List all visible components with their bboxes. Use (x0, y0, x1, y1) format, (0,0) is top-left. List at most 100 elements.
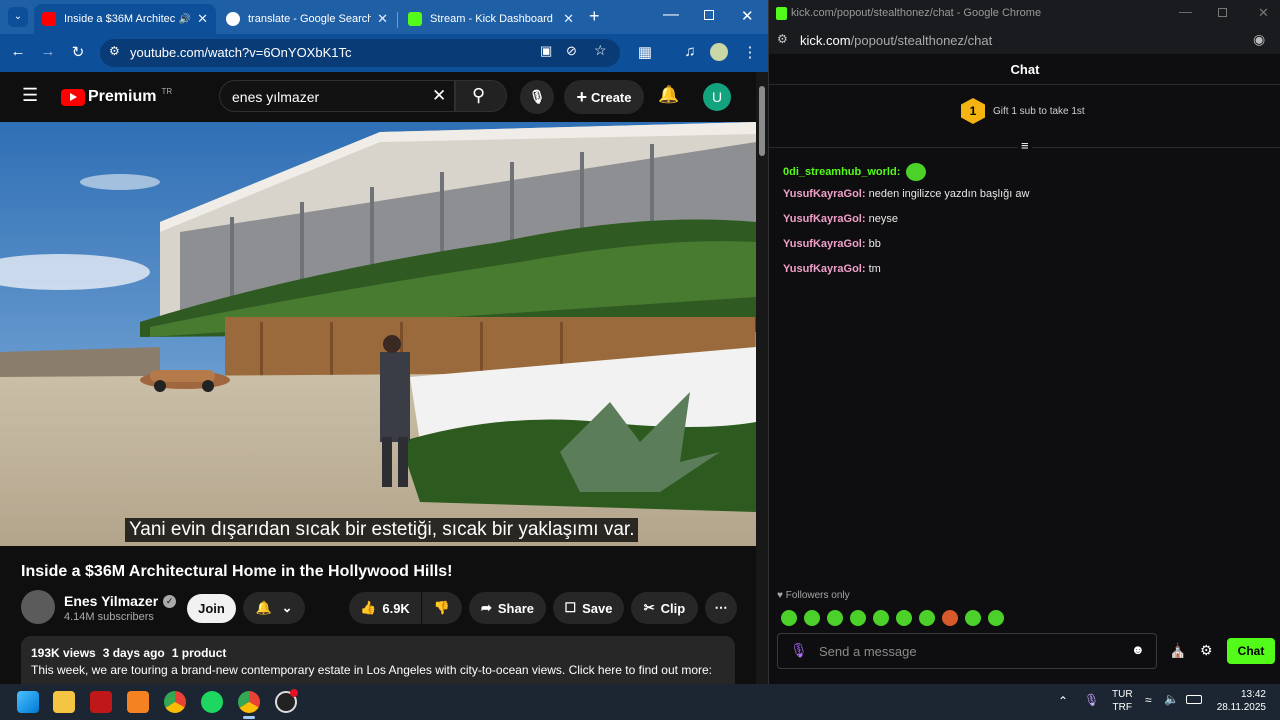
chat-username[interactable]: YusufKayraGol: (783, 263, 866, 275)
battery-icon[interactable] (1186, 695, 1202, 704)
close-tab-icon[interactable]: ✕ (377, 11, 388, 27)
chat-username[interactable]: YusufKayraGol: (783, 188, 866, 200)
address-bar[interactable]: ⚙ youtube.com/watch?v=6OnYOXbK1Tc ▣ ⊘ ☆ (100, 39, 620, 67)
heart-icon: ♥ (777, 590, 783, 601)
message-input[interactable]: 🎙 Send a message ☻ (777, 633, 1157, 669)
save-button[interactable]: ☐ Save (553, 592, 624, 624)
video-player[interactable] (0, 122, 756, 546)
close-window-icon[interactable]: ✕ (1258, 5, 1269, 21)
search-input[interactable]: enes yılmazer ✕ (219, 80, 455, 112)
chrome-active-icon[interactable] (238, 691, 260, 713)
tab-search-dropdown[interactable]: ⌄ (8, 7, 28, 27)
bookmark-star-icon[interactable]: ☆ (594, 42, 607, 59)
media-control-icon[interactable]: ♫ (680, 43, 700, 60)
channel-name-row[interactable]: Enes Yilmazer ✓ (64, 593, 177, 609)
emote-icon[interactable] (781, 610, 797, 626)
minimize-icon[interactable]: — (1179, 4, 1192, 19)
extensions-icon[interactable]: ▦ (635, 43, 655, 61)
chrome-icon[interactable] (164, 691, 186, 713)
emote-icon[interactable] (988, 610, 1004, 626)
channel-avatar[interactable] (21, 590, 55, 624)
maximize-icon[interactable] (704, 10, 714, 20)
search-button[interactable]: ⚲ (455, 80, 507, 112)
emote-icon[interactable] (827, 610, 843, 626)
channel-name[interactable]: Enes Yilmazer (64, 593, 158, 609)
maximize-icon[interactable] (1218, 8, 1227, 17)
input-language[interactable]: TUR TRF (1112, 688, 1133, 714)
chat-text: bb (868, 238, 881, 250)
page-scrollbar[interactable] (756, 72, 768, 684)
eye-icon[interactable]: ◉ (1253, 31, 1265, 48)
account-avatar[interactable]: U (703, 83, 731, 111)
new-tab-icon[interactable]: + (589, 6, 600, 27)
popup-url[interactable]: kick.com/popout/stealthonez/chat (800, 33, 992, 48)
gift-sub-leaderboard[interactable]: 1 Gift 1 sub to take 1st (961, 98, 1085, 124)
share-button[interactable]: ➦ Share (469, 592, 546, 624)
store-icon[interactable]: ⛪ (1169, 642, 1186, 659)
like-button[interactable]: 👍 6.9K (349, 592, 421, 624)
emote-icon[interactable] (942, 610, 958, 626)
eye-off-icon[interactable]: ⊘ (566, 43, 577, 59)
chat-username[interactable]: 0di_streamhub_world: (783, 166, 900, 178)
microphone-in-use-icon[interactable]: 🎙 (1084, 693, 1099, 707)
tab-youtube[interactable]: Inside a $36M Architectu 🔊 ✕ (34, 4, 216, 34)
close-window-icon[interactable]: ✕ (741, 7, 754, 25)
emote-icon[interactable] (804, 610, 820, 626)
notifications-bell-icon[interactable]: 🔔 (658, 85, 679, 105)
windows-start-icon[interactable] (17, 691, 39, 713)
reload-icon[interactable]: ↻ (68, 43, 88, 61)
mcafee-icon[interactable] (90, 691, 112, 713)
tab-kick[interactable]: Stream - Kick Dashboard ✕ (400, 4, 582, 34)
file-explorer-icon[interactable] (53, 691, 75, 713)
site-info-icon[interactable]: ⚙ (777, 32, 788, 46)
audio-playing-icon[interactable]: 🔊 (179, 14, 191, 25)
emote-icon[interactable] (873, 610, 889, 626)
emote-icon[interactable] (850, 610, 866, 626)
send-chat-button[interactable]: Chat (1227, 638, 1275, 664)
youtube-play-icon (61, 88, 85, 106)
emoji-picker-icon[interactable]: ☻ (1131, 642, 1145, 657)
volume-icon[interactable]: 🔈 (1164, 692, 1179, 706)
emote-icon (906, 163, 927, 181)
tab-google[interactable]: translate - Google Search ✕ (218, 4, 396, 34)
hamburger-menu-icon[interactable]: ☰ (22, 85, 38, 106)
youtube-logo[interactable]: Premium TR (61, 87, 172, 106)
more-menu-icon[interactable]: ⋮ (740, 43, 760, 61)
minimize-icon[interactable]: — (663, 6, 679, 24)
dislike-button[interactable]: 👎 (422, 592, 462, 624)
emote-icon[interactable] (896, 610, 912, 626)
more-dots-icon: ⋯ (714, 600, 728, 615)
clip-button[interactable]: ✂ Clip (631, 592, 698, 624)
settings-gear-icon[interactable]: ⚙ (1200, 642, 1213, 659)
subscribed-notifications-button[interactable]: 🔔 ⌄ (243, 592, 305, 624)
expand-pinned-icon[interactable]: ≡ (1018, 138, 1032, 153)
show-hidden-icons-icon[interactable]: ⌃ (1058, 694, 1068, 708)
site-info-icon[interactable]: ⚙ (109, 44, 120, 58)
spotify-icon[interactable] (201, 691, 223, 713)
description-box[interactable]: 193K views 3 days ago 1 product This wee… (21, 636, 735, 684)
notification-dot (290, 689, 298, 697)
more-actions-button[interactable]: ⋯ (705, 592, 737, 624)
avatar-letter: U (711, 89, 723, 105)
emote-icon[interactable] (919, 610, 935, 626)
back-icon[interactable]: ← (8, 43, 28, 60)
microphone-icon[interactable]: 🎙 (790, 642, 808, 659)
chat-username[interactable]: YusufKayraGol: (783, 213, 866, 225)
language-code: TUR (1112, 689, 1133, 700)
create-button[interactable]: + Create (564, 80, 644, 114)
chat-message: YusufKayraGol: bb (783, 238, 881, 250)
voice-search-button[interactable]: 🎙 (520, 80, 554, 114)
close-tab-icon[interactable]: ✕ (563, 11, 574, 27)
chat-username[interactable]: YusufKayraGol: (783, 238, 866, 250)
profile-avatar[interactable] (710, 43, 728, 61)
wifi-icon[interactable]: ≈ (1145, 693, 1152, 707)
install-app-icon[interactable]: ▣ (540, 43, 552, 59)
clock[interactable]: 13:42 28.11.2025 (1214, 688, 1266, 714)
emote-icon[interactable] (965, 610, 981, 626)
clear-search-icon[interactable]: ✕ (432, 86, 446, 106)
scrollbar-thumb[interactable] (759, 86, 765, 156)
close-tab-icon[interactable]: ✕ (197, 11, 208, 27)
sublime-text-icon[interactable] (127, 691, 149, 713)
join-button[interactable]: Join (187, 594, 236, 623)
url-text[interactable]: youtube.com/watch?v=6OnYOXbK1Tc (130, 45, 351, 60)
